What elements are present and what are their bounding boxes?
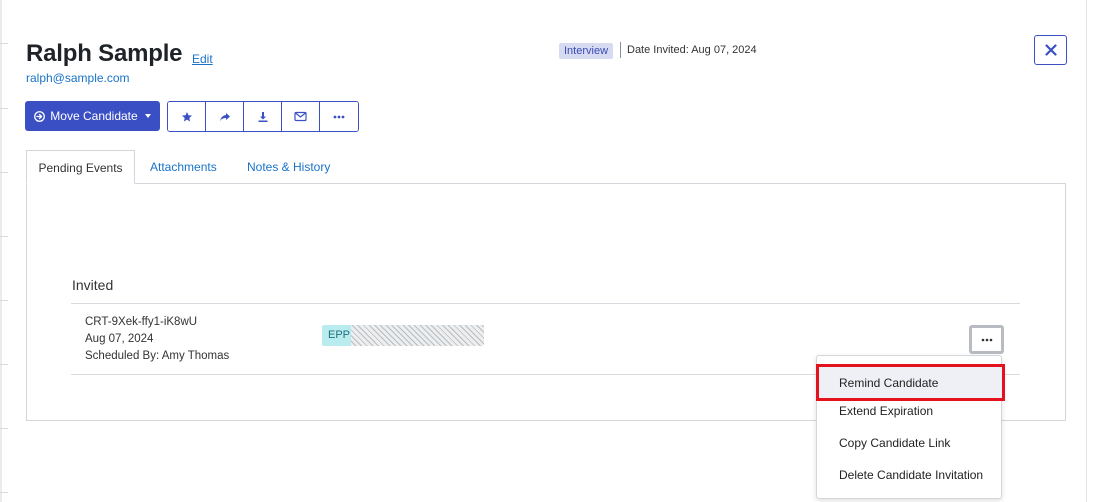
background-divider <box>0 492 8 493</box>
ellipsis-icon <box>981 338 992 341</box>
candidate-name: Ralph Sample <box>26 40 183 67</box>
event-id: CRT-9Xek-ffy1-iK8wU <box>85 316 198 328</box>
star-icon <box>181 111 192 121</box>
email-button[interactable] <box>282 102 320 131</box>
more-actions-button[interactable] <box>320 102 358 131</box>
background-divider <box>0 43 8 44</box>
share-button[interactable] <box>206 102 244 131</box>
modal-edge <box>1086 0 1087 502</box>
background-divider <box>0 108 8 109</box>
close-icon <box>1044 44 1057 56</box>
background-divider <box>0 236 8 237</box>
menu-item-delete-invitation[interactable]: Delete Candidate Invitation <box>817 459 1003 491</box>
circle-arrow-right-icon <box>34 110 46 122</box>
divider <box>71 303 1020 304</box>
stage-badge: Interview <box>559 43 614 59</box>
ellipsis-icon <box>333 115 345 118</box>
share-icon <box>219 112 230 121</box>
background-divider <box>0 172 8 173</box>
favorite-button[interactable] <box>168 102 206 131</box>
candidate-email[interactable]: ralph@sample.com <box>26 71 130 85</box>
event-more-button[interactable] <box>969 325 1004 354</box>
background-edge <box>0 0 2 502</box>
section-heading: Invited <box>72 277 114 293</box>
download-button[interactable] <box>244 102 282 131</box>
divider <box>620 42 621 58</box>
scheduled-by: Scheduled By: Amy Thomas <box>85 350 230 362</box>
tab-notes-history[interactable]: Notes & History <box>247 150 330 184</box>
move-candidate-button[interactable]: Move Candidate <box>25 101 160 131</box>
event-actions-menu: Remind Candidate Extend Expiration Copy … <box>816 355 1005 499</box>
edit-link[interactable]: Edit <box>192 52 213 66</box>
tab-pending-events[interactable]: Pending Events <box>26 150 135 184</box>
download-icon <box>258 111 267 122</box>
background-divider <box>0 300 8 301</box>
background-divider <box>0 364 8 365</box>
event-date: Aug 07, 2024 <box>85 333 154 345</box>
close-button[interactable] <box>1034 35 1067 65</box>
move-candidate-label: Move Candidate <box>50 109 138 123</box>
menu-item-extend-expiration[interactable]: Extend Expiration <box>817 395 1003 427</box>
menu-item-copy-candidate-link[interactable]: Copy Candidate Link <box>817 427 1003 459</box>
date-invited: Date Invited: Aug 07, 2024 <box>627 44 757 56</box>
envelope-icon <box>294 111 307 122</box>
background-divider <box>0 428 8 429</box>
tab-attachments[interactable]: Attachments <box>150 150 217 184</box>
candidate-action-group <box>167 101 359 132</box>
assessment-progress-bar <box>351 325 484 346</box>
caret-down-icon <box>144 114 151 118</box>
